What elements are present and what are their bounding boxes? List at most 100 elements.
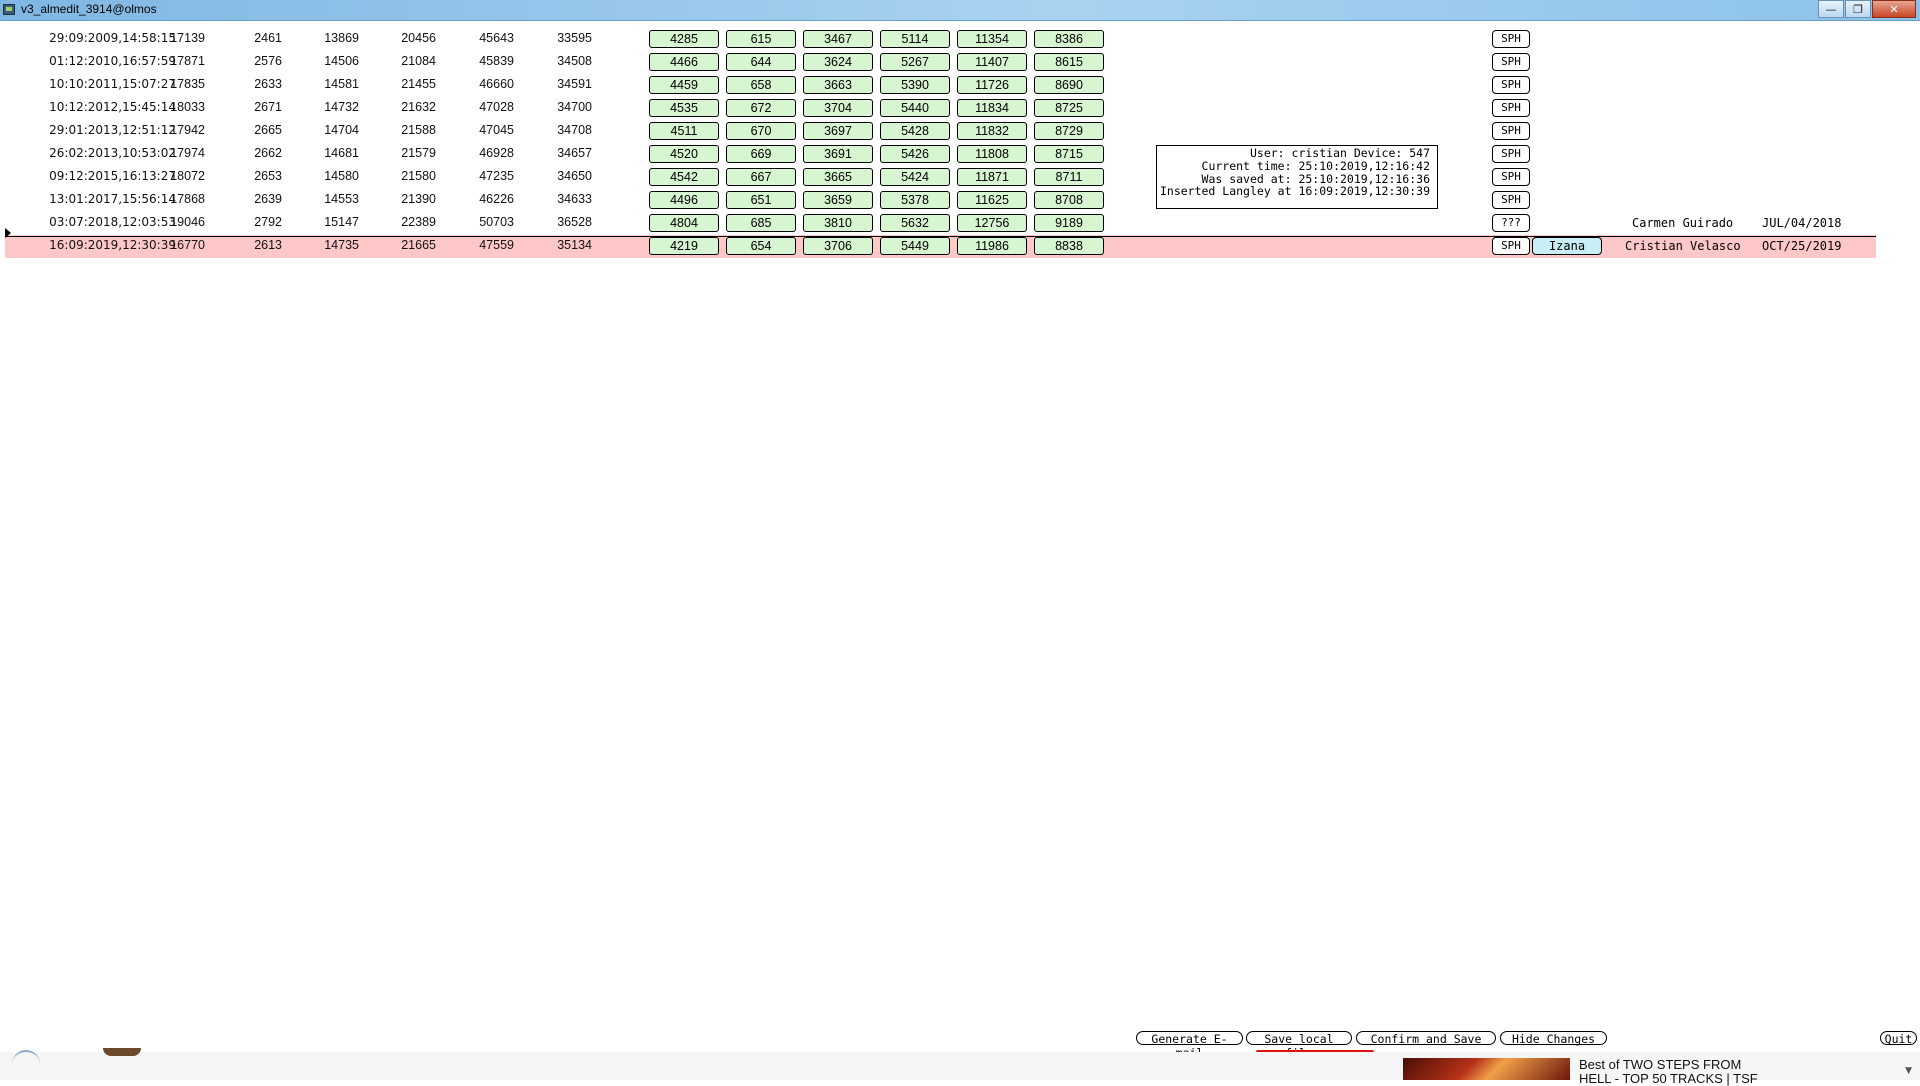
editable-value-field[interactable]: 654	[726, 237, 796, 255]
editable-value-field[interactable]: 11986	[957, 237, 1027, 255]
save-local-file-button[interactable]: Save local file	[1246, 1031, 1352, 1060]
bird-icon	[103, 1048, 141, 1056]
value-cell: 21580	[401, 169, 436, 183]
editable-value-field[interactable]: 667	[726, 168, 796, 186]
sph-button[interactable]: SPH	[1492, 30, 1530, 48]
video-title[interactable]: Best of TWO STEPS FROM HELL - TOP 50 TRA…	[1579, 1058, 1758, 1086]
editable-value-field[interactable]: 685	[726, 214, 796, 232]
quit-button[interactable]: Quit	[1880, 1031, 1917, 1046]
editable-value-field[interactable]: 8386	[1034, 30, 1104, 48]
editable-value-field[interactable]: 11808	[957, 145, 1027, 163]
sph-button[interactable]: ???	[1492, 214, 1530, 232]
value-cell: 21579	[401, 146, 436, 160]
editable-value-field[interactable]: 3810	[803, 214, 873, 232]
editable-value-field[interactable]: 5424	[880, 168, 950, 186]
confirm-and-save-button[interactable]: Confirm and Save	[1356, 1031, 1496, 1046]
editable-value-field[interactable]: 4804	[649, 214, 719, 232]
table-row[interactable]: 09:12:2015,16:13:27 18072 2653 14580 21580 47…	[0, 166, 1920, 189]
editable-value-field[interactable]: 11726	[957, 76, 1027, 94]
value-cell: 20456	[401, 31, 436, 45]
circle-icon	[12, 1050, 40, 1066]
editable-value-field[interactable]: 9189	[1034, 214, 1104, 232]
editable-value-field[interactable]: 651	[726, 191, 796, 209]
sph-button[interactable]: SPH	[1492, 76, 1530, 94]
editable-value-field[interactable]: 4542	[649, 168, 719, 186]
editable-value-field[interactable]: 4459	[649, 76, 719, 94]
editable-value-field[interactable]: 5440	[880, 99, 950, 117]
table-row[interactable]: 29:01:2013,12:51:12 17942 2665 14704 21588 47…	[0, 120, 1920, 143]
editable-value-field[interactable]: 8615	[1034, 53, 1104, 71]
editable-value-field[interactable]: 8725	[1034, 99, 1104, 117]
editable-value-field[interactable]: 11407	[957, 53, 1027, 71]
editable-value-field[interactable]: 4520	[649, 145, 719, 163]
scroll-down-icon[interactable]: ▼	[1905, 1066, 1912, 1076]
editable-value-field[interactable]: 5632	[880, 214, 950, 232]
table-row[interactable]: 10:10:2011,15:07:27 17835 2633 14581 21455 46…	[0, 74, 1920, 97]
editable-value-field[interactable]: 670	[726, 122, 796, 140]
sph-button[interactable]: SPH	[1492, 191, 1530, 209]
editable-value-field[interactable]: 5378	[880, 191, 950, 209]
editable-value-field[interactable]: 4466	[649, 53, 719, 71]
editable-value-field[interactable]: 5449	[880, 237, 950, 255]
table-row[interactable]: 26:02:2013,10:53:02 17974 2662 14681 21579 46…	[0, 143, 1920, 166]
sph-button[interactable]: SPH	[1492, 53, 1530, 71]
minimize-button[interactable]: —	[1818, 0, 1844, 18]
table-row[interactable]: 29:09:2009,14:58:15 17139 2461 13869 20456 45…	[0, 28, 1920, 51]
editable-value-field[interactable]: 11354	[957, 30, 1027, 48]
editable-value-field[interactable]: 4496	[649, 191, 719, 209]
editable-value-field[interactable]: 8690	[1034, 76, 1104, 94]
table-row[interactable]: 10:12:2012,15:45:14 18033 2671 14732 21632 47…	[0, 97, 1920, 120]
editable-value-field[interactable]: 3624	[803, 53, 873, 71]
editable-value-field[interactable]: 4535	[649, 99, 719, 117]
editable-value-field[interactable]: 3665	[803, 168, 873, 186]
editable-value-field[interactable]: 11832	[957, 122, 1027, 140]
editable-value-field[interactable]: 12756	[957, 214, 1027, 232]
editable-value-field[interactable]: 4285	[649, 30, 719, 48]
editable-value-field[interactable]: 672	[726, 99, 796, 117]
editable-value-field[interactable]: 3691	[803, 145, 873, 163]
editable-value-field[interactable]: 3704	[803, 99, 873, 117]
close-button[interactable]: ✕	[1872, 0, 1916, 18]
editable-value-field[interactable]: 3663	[803, 76, 873, 94]
editable-value-field[interactable]: 3659	[803, 191, 873, 209]
izana-button[interactable]: Izana	[1532, 237, 1602, 255]
hide-changes-button[interactable]: Hide Changes	[1500, 1031, 1607, 1046]
editable-value-field[interactable]: 658	[726, 76, 796, 94]
editable-value-field[interactable]: 3697	[803, 122, 873, 140]
editable-value-field[interactable]: 669	[726, 145, 796, 163]
editable-value-field[interactable]: 644	[726, 53, 796, 71]
editable-value-field[interactable]: 8729	[1034, 122, 1104, 140]
editable-value-field[interactable]: 615	[726, 30, 796, 48]
sph-button[interactable]: SPH	[1492, 122, 1530, 140]
sph-button[interactable]: SPH	[1492, 145, 1530, 163]
app-icon	[3, 4, 15, 15]
value-cell: 14506	[324, 54, 359, 68]
editable-value-field[interactable]: 11871	[957, 168, 1027, 186]
table-row[interactable]: 01:12:2010,16:57:59 17871 2576 14506 21084 45…	[0, 51, 1920, 74]
editable-value-field[interactable]: 5390	[880, 76, 950, 94]
editable-value-field[interactable]: 11625	[957, 191, 1027, 209]
editable-value-field[interactable]: 5114	[880, 30, 950, 48]
generate-email-button[interactable]: Generate E-mail	[1136, 1031, 1243, 1060]
sph-button[interactable]: SPH	[1492, 237, 1530, 255]
table-row[interactable]: 13:01:2017,15:56:14 17868 2639 14553 21390 46…	[0, 189, 1920, 212]
editable-value-field[interactable]: 5267	[880, 53, 950, 71]
maximize-button[interactable]: ❐	[1845, 0, 1871, 18]
editable-value-field[interactable]: 8711	[1034, 168, 1104, 186]
video-title-line2: HELL - TOP 50 TRACKS | TSF	[1579, 1071, 1758, 1086]
editable-value-field[interactable]: 4511	[649, 122, 719, 140]
editable-value-field[interactable]: 3467	[803, 30, 873, 48]
editable-value-field[interactable]: 11834	[957, 99, 1027, 117]
editable-value-field[interactable]: 8838	[1034, 237, 1104, 255]
editable-value-field[interactable]: 8715	[1034, 145, 1104, 163]
sph-button[interactable]: SPH	[1492, 168, 1530, 186]
sph-button[interactable]: SPH	[1492, 99, 1530, 117]
editable-value-field[interactable]: 4219	[649, 237, 719, 255]
editable-value-field[interactable]: 5428	[880, 122, 950, 140]
editable-value-field[interactable]: 8708	[1034, 191, 1104, 209]
table-row[interactable]: 03:07:2018,12:03:53 19046 2792 15147 22389 50…	[0, 212, 1920, 235]
editable-value-field[interactable]: 3706	[803, 237, 873, 255]
video-thumbnail[interactable]	[1403, 1058, 1570, 1080]
table-row[interactable]: 16:09:2019,12:30:39 16770 2613 14735 21665 47…	[5, 235, 1876, 258]
editable-value-field[interactable]: 5426	[880, 145, 950, 163]
